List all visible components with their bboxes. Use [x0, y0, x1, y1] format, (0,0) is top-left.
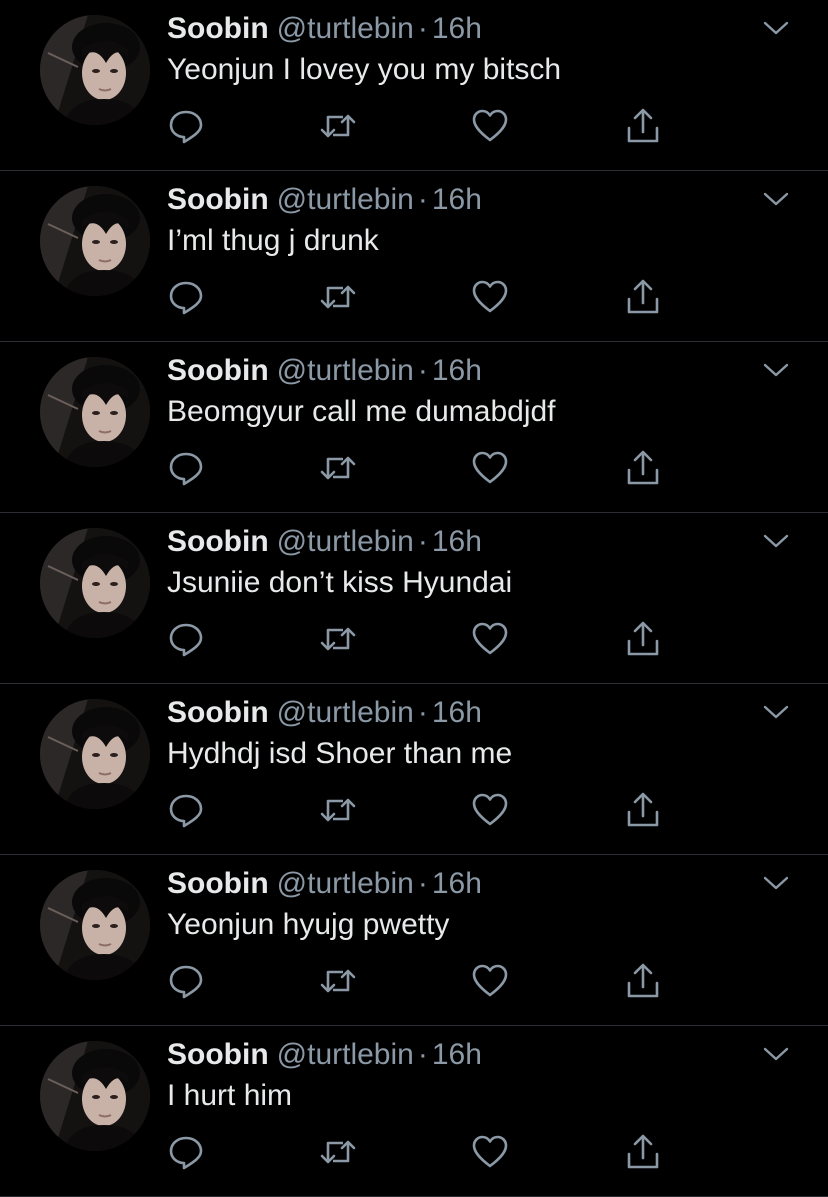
- reply-icon[interactable]: [166, 106, 206, 146]
- tweet-text: Beomgyur call me dumabdjdf: [167, 395, 556, 428]
- share-icon[interactable]: [623, 277, 663, 317]
- chevron-down-icon[interactable]: [762, 531, 790, 551]
- user-handle[interactable]: @turtlebin: [277, 696, 414, 729]
- tweet-header: Soobin @turtlebin · 16h: [167, 183, 482, 217]
- like-icon[interactable]: [470, 277, 510, 317]
- tweet-text: I’ml thug j drunk: [167, 224, 379, 257]
- separator-dot: ·: [417, 525, 428, 558]
- like-icon[interactable]: [470, 790, 510, 830]
- tweet-header: Soobin @turtlebin · 16h: [167, 12, 482, 46]
- reply-icon[interactable]: [166, 1132, 206, 1172]
- tweet-text: Jsuniie don’t kiss Hyundai: [167, 566, 513, 599]
- tweet-actions: [0, 961, 828, 1001]
- retweet-icon[interactable]: [318, 1132, 358, 1172]
- share-icon[interactable]: [623, 790, 663, 830]
- chevron-down-icon[interactable]: [762, 189, 790, 209]
- tweet[interactable]: Soobin @turtlebin · 16h Hydhdj isd Shoer th…: [0, 684, 828, 855]
- share-icon[interactable]: [623, 619, 663, 659]
- display-name[interactable]: Soobin: [167, 354, 269, 387]
- share-icon[interactable]: [623, 1132, 663, 1172]
- tweet[interactable]: Soobin @turtlebin · 16h Jsuniie don’t kiss …: [0, 513, 828, 684]
- display-name[interactable]: Soobin: [167, 696, 269, 729]
- share-icon[interactable]: [623, 448, 663, 488]
- reply-icon[interactable]: [166, 448, 206, 488]
- reply-icon[interactable]: [166, 961, 206, 1001]
- retweet-icon[interactable]: [318, 106, 358, 146]
- tweet[interactable]: Soobin @turtlebin · 16h Yeonjun I lovey you…: [0, 0, 828, 171]
- display-name[interactable]: Soobin: [167, 1038, 269, 1071]
- tweet[interactable]: Soobin @turtlebin · 16h Yeonjun hyujg pwett…: [0, 855, 828, 1026]
- user-handle[interactable]: @turtlebin: [277, 12, 414, 45]
- like-icon[interactable]: [470, 448, 510, 488]
- like-icon[interactable]: [470, 1132, 510, 1172]
- user-handle[interactable]: @turtlebin: [277, 183, 414, 216]
- tweet-text: I hurt him: [167, 1079, 293, 1112]
- timestamp[interactable]: 16h: [432, 1038, 482, 1071]
- reply-icon[interactable]: [166, 277, 206, 317]
- retweet-icon[interactable]: [318, 448, 358, 488]
- user-handle[interactable]: @turtlebin: [277, 354, 414, 387]
- retweet-icon[interactable]: [318, 619, 358, 659]
- share-icon[interactable]: [623, 106, 663, 146]
- tweet-actions: [0, 277, 828, 317]
- like-icon[interactable]: [470, 619, 510, 659]
- timestamp[interactable]: 16h: [432, 525, 482, 558]
- timestamp[interactable]: 16h: [432, 867, 482, 900]
- tweet-header: Soobin @turtlebin · 16h: [167, 867, 482, 901]
- user-handle[interactable]: @turtlebin: [277, 525, 414, 558]
- display-name[interactable]: Soobin: [167, 867, 269, 900]
- timestamp[interactable]: 16h: [432, 183, 482, 216]
- chevron-down-icon[interactable]: [762, 360, 790, 380]
- tweet-header: Soobin @turtlebin · 16h: [167, 525, 482, 559]
- tweet-header: Soobin @turtlebin · 16h: [167, 1038, 482, 1072]
- tweet-actions: [0, 790, 828, 830]
- tweet-actions: [0, 619, 828, 659]
- user-handle[interactable]: @turtlebin: [277, 1038, 414, 1071]
- reply-icon[interactable]: [166, 619, 206, 659]
- separator-dot: ·: [417, 1038, 428, 1071]
- retweet-icon[interactable]: [318, 277, 358, 317]
- tweet[interactable]: Soobin @turtlebin · 16h I’ml thug j drunk: [0, 171, 828, 342]
- retweet-icon[interactable]: [318, 961, 358, 1001]
- reply-icon[interactable]: [166, 790, 206, 830]
- chevron-down-icon[interactable]: [762, 702, 790, 722]
- tweet-header: Soobin @turtlebin · 16h: [167, 696, 482, 730]
- tweet[interactable]: Soobin @turtlebin · 16h Beomgyur call me du…: [0, 342, 828, 513]
- chevron-down-icon[interactable]: [762, 873, 790, 893]
- display-name[interactable]: Soobin: [167, 12, 269, 45]
- tweet-actions: [0, 448, 828, 488]
- like-icon[interactable]: [470, 106, 510, 146]
- display-name[interactable]: Soobin: [167, 183, 269, 216]
- chevron-down-icon[interactable]: [762, 1044, 790, 1064]
- timestamp[interactable]: 16h: [432, 12, 482, 45]
- tweet[interactable]: Soobin @turtlebin · 16h I hurt him: [0, 1026, 828, 1197]
- chevron-down-icon[interactable]: [762, 18, 790, 38]
- separator-dot: ·: [417, 354, 428, 387]
- timestamp[interactable]: 16h: [432, 354, 482, 387]
- tweet-actions: [0, 106, 828, 146]
- tweet-text: Yeonjun hyujg pwetty: [167, 908, 450, 941]
- retweet-icon[interactable]: [318, 790, 358, 830]
- separator-dot: ·: [417, 12, 428, 45]
- share-icon[interactable]: [623, 961, 663, 1001]
- tweet-header: Soobin @turtlebin · 16h: [167, 354, 482, 388]
- tweet-text: Yeonjun I lovey you my bitsch: [167, 53, 562, 86]
- tweet-feed: Soobin @turtlebin · 16h Yeonjun I lovey you…: [0, 0, 828, 1197]
- tweet-actions: [0, 1132, 828, 1172]
- separator-dot: ·: [417, 696, 428, 729]
- separator-dot: ·: [417, 867, 428, 900]
- tweet-text: Hydhdj isd Shoer than me: [167, 737, 513, 770]
- like-icon[interactable]: [470, 961, 510, 1001]
- separator-dot: ·: [417, 183, 428, 216]
- user-handle[interactable]: @turtlebin: [277, 867, 414, 900]
- timestamp[interactable]: 16h: [432, 696, 482, 729]
- display-name[interactable]: Soobin: [167, 525, 269, 558]
